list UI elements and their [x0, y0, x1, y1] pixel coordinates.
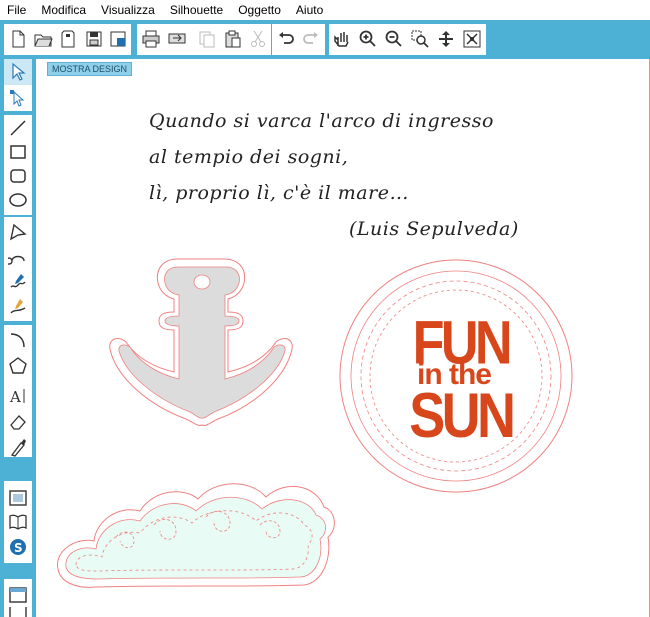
left-toolbar: A S — [0, 59, 36, 617]
wave-design[interactable] — [57, 483, 335, 588]
open-icon[interactable] — [31, 26, 55, 52]
arc-tool-icon[interactable] — [4, 327, 32, 353]
eraser-tool-icon[interactable] — [4, 409, 32, 435]
send-to-cutter-icon[interactable] — [165, 26, 189, 52]
design-canvas[interactable]: MOSTRA DESIGN Quando si varca l'arco di … — [36, 59, 650, 617]
menu-modifica[interactable]: Modifica — [34, 0, 94, 20]
svg-text:S: S — [14, 541, 23, 555]
menu-silhouette[interactable]: Silhouette — [163, 0, 231, 20]
design-shapes: FUN in the SUN — [57, 258, 573, 588]
zoom-in-icon[interactable] — [356, 26, 380, 52]
knife-tool-icon[interactable] — [4, 434, 32, 460]
pan-icon[interactable] — [330, 26, 354, 52]
anchor-design[interactable] — [109, 258, 293, 426]
cut-icon[interactable] — [246, 26, 270, 52]
edit-points-icon[interactable] — [4, 85, 32, 111]
zoom-select-icon[interactable] — [408, 26, 432, 52]
undo-icon[interactable] — [274, 26, 298, 52]
rounded-rect-tool-icon[interactable] — [4, 163, 32, 189]
menu-oggetto[interactable]: Oggetto — [231, 0, 289, 20]
save-icon[interactable] — [82, 26, 106, 52]
library-icon[interactable] — [4, 509, 32, 535]
silhouette-store-icon[interactable]: S — [4, 534, 32, 560]
text-tool-icon[interactable]: A — [4, 383, 32, 409]
copy-icon[interactable] — [195, 26, 219, 52]
smooth-freehand-icon[interactable] — [4, 294, 32, 320]
redo-icon[interactable] — [299, 26, 323, 52]
window-panel-icon[interactable] — [4, 582, 32, 608]
toolbar — [0, 20, 650, 59]
print-icon[interactable] — [139, 26, 163, 52]
fit-to-page-icon[interactable] — [434, 26, 458, 52]
select-tool-icon[interactable] — [4, 59, 32, 85]
paste-icon[interactable] — [221, 26, 245, 52]
library-save-icon[interactable] — [106, 26, 130, 52]
polygon-tool-icon[interactable] — [4, 219, 32, 245]
freehand-tool-icon[interactable] — [4, 269, 32, 295]
menu-bar: File Modifica Visualizza Silhouette Ogge… — [0, 0, 650, 20]
layers-panel-icon[interactable] — [4, 607, 32, 617]
svg-text:A: A — [9, 388, 21, 406]
menu-file[interactable]: File — [0, 0, 34, 20]
zoom-fit-icon[interactable] — [460, 26, 484, 52]
regular-polygon-icon[interactable] — [4, 353, 32, 379]
curve-tool-icon[interactable] — [4, 244, 32, 270]
sun-text-line3: SUN — [409, 381, 513, 451]
line-tool-icon[interactable] — [4, 115, 32, 141]
ellipse-tool-icon[interactable] — [4, 187, 32, 213]
new-icon[interactable] — [6, 26, 30, 52]
fun-in-the-sun-badge[interactable]: FUN in the SUN — [339, 259, 573, 493]
zoom-out-icon[interactable] — [382, 26, 406, 52]
menu-visualizza[interactable]: Visualizza — [94, 0, 163, 20]
rectangle-tool-icon[interactable] — [4, 139, 32, 165]
sd-card-icon[interactable] — [56, 26, 80, 52]
menu-aiuto[interactable]: Aiuto — [289, 0, 331, 20]
page-setup-icon[interactable] — [4, 485, 32, 511]
